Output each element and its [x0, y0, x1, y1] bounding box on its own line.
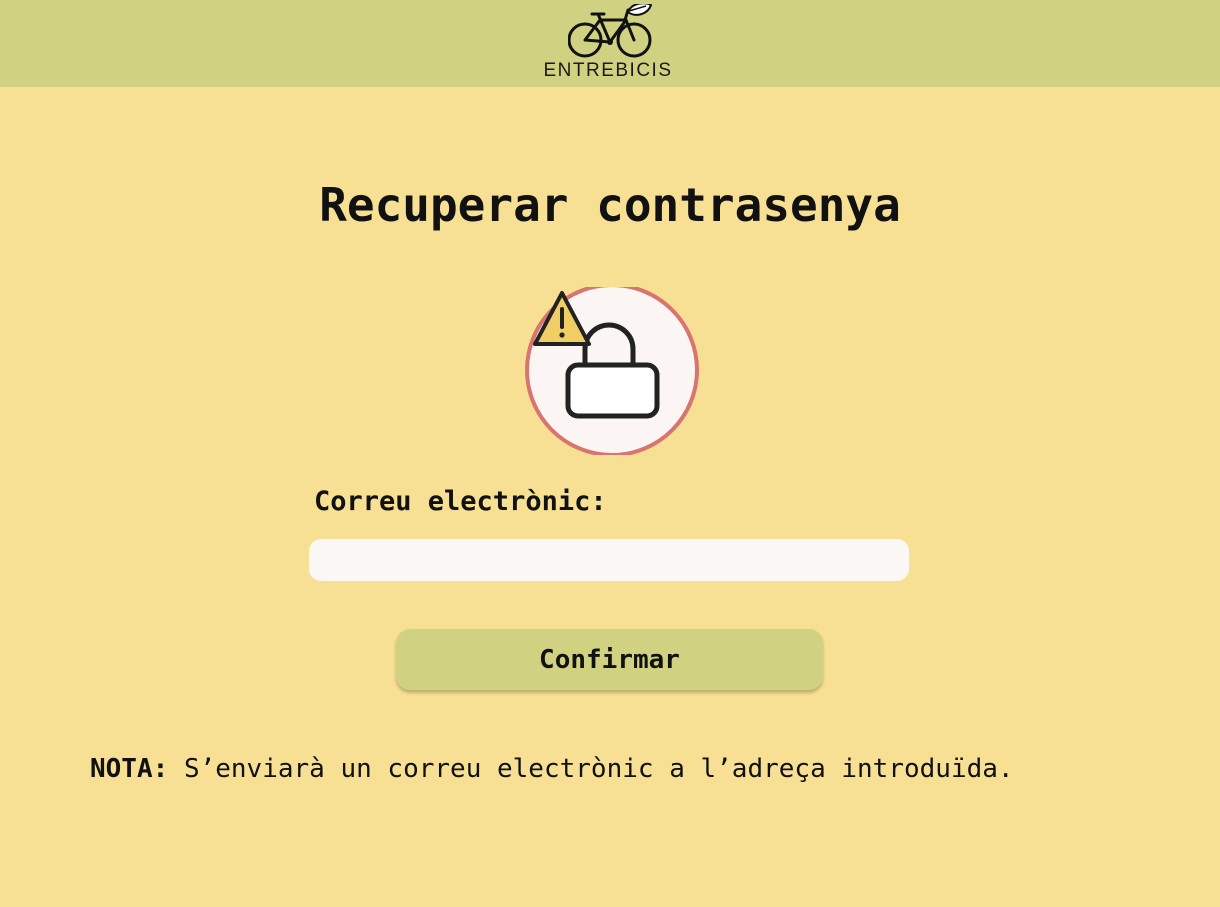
note-label: NOTA: [90, 754, 169, 784]
email-input[interactable] [309, 539, 909, 581]
note: NOTA: S’enviarà un correu electrònic a l… [90, 754, 1014, 784]
illustration [525, 283, 701, 457]
entrebicis-logo[interactable]: ENTREBICIS [530, 2, 690, 84]
locked-padlock-warning-icon [525, 283, 699, 457]
confirm-button[interactable]: Confirmar [396, 629, 823, 690]
logo-text: ENTREBICIS [543, 60, 673, 81]
note-text: S’enviarà un correu electrònic a l’adreç… [183, 754, 1014, 784]
top-header: ENTREBICIS [0, 0, 1220, 87]
bicycle-leaf-icon [568, 4, 652, 58]
page-title: Recuperar contrasenya [319, 178, 901, 232]
email-label: Correu electrònic: [314, 486, 607, 517]
